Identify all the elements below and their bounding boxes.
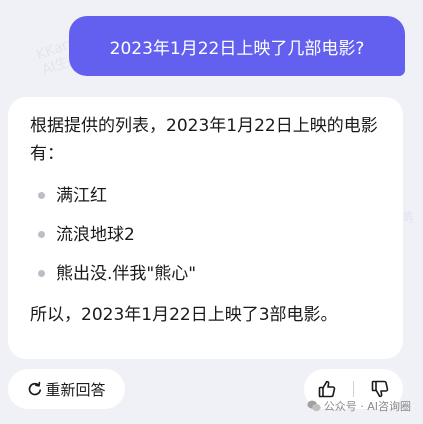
answer-intro: 根据提供的列表，2023年1月22日上映的电影有： xyxy=(30,116,378,164)
regenerate-button[interactable]: 重新回答 xyxy=(8,369,125,409)
dislike-button[interactable] xyxy=(369,378,391,400)
film-title: 满江红 xyxy=(56,186,107,206)
user-message-text: 2023年1月22日上映了几部电影? xyxy=(109,38,365,59)
regenerate-label: 重新回答 xyxy=(45,380,106,399)
feedback-divider xyxy=(353,381,354,397)
source-caption-text: 公众号 · AI咨询圈 xyxy=(323,400,411,413)
bullet-icon xyxy=(38,231,45,238)
source-caption: 公众号 · AI咨询圈 xyxy=(307,398,411,414)
thumbs-down-icon xyxy=(370,379,390,399)
film-title: 熊出没.伴我"熊心" xyxy=(56,264,197,284)
list-item: 流浪地球2 xyxy=(30,221,385,260)
list-item: 满江红 xyxy=(30,182,385,221)
wechat-icon xyxy=(307,400,321,412)
bullet-icon xyxy=(38,192,45,199)
user-message-bubble: 2023年1月22日上映了几部电影? xyxy=(69,16,405,76)
like-button[interactable] xyxy=(316,378,338,400)
bullet-icon xyxy=(38,270,45,277)
film-title: 流浪地球2 xyxy=(56,225,135,245)
answer-summary: 所以，2023年1月22日上映了3部电影。 xyxy=(30,305,338,325)
assistant-answer-card: 根据提供的列表，2023年1月22日上映的电影有： 满江红 流浪地球2 熊出没.… xyxy=(8,97,403,359)
thumbs-up-icon xyxy=(317,379,337,399)
film-list: 满江红 流浪地球2 熊出没.伴我"熊心" xyxy=(30,182,385,299)
list-item: 熊出没.伴我"熊心" xyxy=(30,260,385,299)
refresh-icon xyxy=(27,381,43,397)
